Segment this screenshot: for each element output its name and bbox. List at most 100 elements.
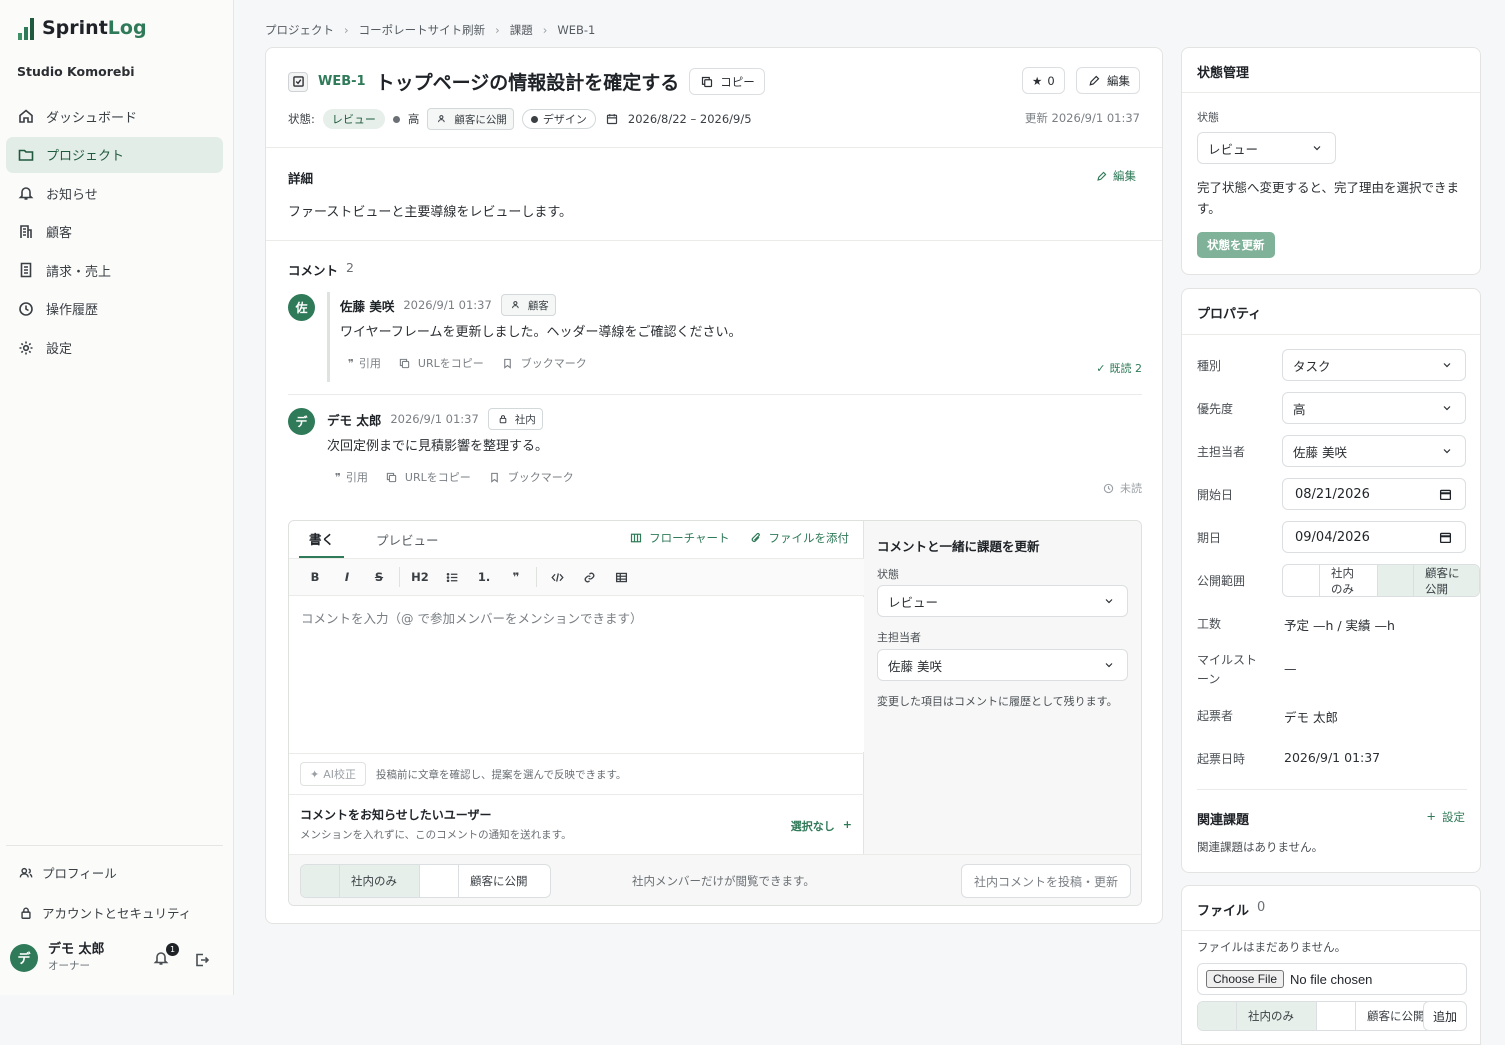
app-logo[interactable]: SprintLog [18,16,147,40]
post-comment-button[interactable]: 社内コメントを投稿・更新 [960,864,1131,898]
status-label: 状態: [288,112,315,126]
visibility-public-option[interactable]: 顧客に公開 [419,865,550,897]
star-button[interactable]: ★ 0 [1022,67,1065,94]
quote-label: 引用 [358,357,381,370]
lock-icon [312,865,334,897]
assignee-field-label: 主担当者 [877,631,921,644]
copy-button[interactable]: コピー [689,68,765,95]
nav-item-dashboard[interactable]: ダッシュボード [6,98,223,134]
comments-header: コメント 2 [288,260,354,279]
update-state-button[interactable]: 状態を更新 [1197,232,1275,258]
date-range: 2026/8/22 – 2026/9/5 [627,112,752,126]
visibility-internal-option[interactable]: 社内のみ [301,865,419,897]
task-type-icon [288,71,308,92]
code-icon [549,569,565,585]
related-issues-settings-button[interactable]: + 設定 [1426,809,1465,825]
quote-button[interactable]: ❞ 引用 [335,469,368,485]
quote-icon: ❞ [348,356,354,370]
copy-url-button[interactable]: URLをコピー [397,355,484,371]
visibility-public-option[interactable]: 顧客に公開 [1376,565,1479,596]
ai-proofread-button[interactable]: ✦ AI校正 [300,762,366,786]
comment-input[interactable] [289,597,864,752]
bookmark-label: ブックマーク [520,357,587,370]
comments-title: コメント [288,263,339,278]
bullet-list-button[interactable] [436,564,468,590]
copy-icon [384,469,400,485]
bookmark-button[interactable]: ブックマーク [500,355,587,371]
code-button[interactable] [541,564,573,590]
start-date-label: 開始日 [1197,488,1234,502]
logout-icon[interactable] [194,952,210,968]
comment-time: 2026/9/1 01:37 [390,412,479,426]
account-security-link[interactable]: アカウントとセキュリティ [18,903,191,922]
plus-icon: + [842,818,852,831]
read-status[interactable]: ✓ 既読 2 [1096,360,1142,376]
flowchart-button[interactable]: フローチャート [628,530,730,546]
comment-avatar: 佐 [288,294,315,321]
comment-thread-bar [327,292,330,382]
visibility-internal-option[interactable]: 社内のみ [1283,565,1377,596]
update-with-comment-panel: コメントと一緒に課題を更新 状態 レビュー 主担当者 佐藤 美咲 変更した項目は… [864,521,1141,854]
tab-preview[interactable]: プレビュー [366,521,449,558]
assignee-select[interactable]: 佐藤 美咲 [877,649,1128,681]
nav-item-projects[interactable]: プロジェクト [6,136,223,173]
type-select[interactable]: タスク [1282,349,1466,381]
notify-user-select[interactable]: 選択なし + [791,818,852,834]
breadcrumb-separator: › [542,23,548,37]
assignee-select[interactable]: 佐藤 美咲 [1282,435,1466,467]
comment-visibility-toggle: 社内のみ 顧客に公開 [300,864,551,898]
link-button[interactable] [573,564,605,590]
nav-label: ダッシュボード [46,110,138,126]
notify-title: コメントをお知らせしたいユーザー [300,808,492,822]
ai-proofread-row: ✦ AI校正 投稿前に文章を確認し、提案を選んで反映できます。 [289,753,864,795]
folder-icon [18,147,34,163]
italic-button[interactable]: I [331,564,363,590]
pencil-icon [1086,73,1102,89]
breadcrumb-item[interactable]: コーポレートサイト刷新 [359,22,486,38]
numbered-list-button[interactable]: 1. [468,564,500,590]
breadcrumb-item[interactable]: プロジェクト [265,22,334,38]
file-input[interactable]: Choose File No file chosen [1197,963,1467,995]
public-label: 顧客に公開 [1412,565,1471,596]
bookmark-button[interactable]: ブックマーク [487,469,574,485]
account-label: アカウントとセキュリティ [42,906,192,921]
edit-label: 編集 [1107,73,1130,88]
attach-file-button[interactable]: ファイルを添付 [748,530,849,546]
nav-item-history[interactable]: 操作履歴 [6,291,223,327]
numbered-list-icon: 1. [477,570,491,584]
tab-write[interactable]: 書く [299,521,345,558]
author-role-badge: 顧客 [500,294,556,316]
detail-edit-button[interactable]: 編集 [1093,168,1136,184]
add-file-button[interactable]: 追加 [1423,1001,1467,1031]
plus-icon: + [1426,809,1436,823]
table-button[interactable] [605,564,637,590]
breadcrumb-item[interactable]: 課題 [510,22,533,38]
state-panel: 状態管理 状態 レビュー 完了状態へ変更すると、完了理由を選択できます。 状態を… [1181,47,1481,275]
notify-subtitle: メンションを入れずに、このコメントの通知を送れます。 [300,829,572,841]
user-menu[interactable]: デ デモ 太郎 オーナー [10,942,105,973]
unread-status: 未読 [1100,480,1142,496]
visibility-tag: 顧客に公開 [427,108,514,130]
quote-button[interactable]: ❞ [500,564,532,590]
visibility-internal-option[interactable]: 社内のみ [1198,1002,1316,1030]
state-select[interactable]: レビュー [1197,132,1336,164]
edit-issue-button[interactable]: 編集 [1076,67,1140,94]
copy-url-button[interactable]: URLをコピー [384,469,471,485]
nav-item-billing[interactable]: 請求・売上 [6,252,223,288]
copy-icon [397,355,413,371]
bold-button[interactable]: B [299,564,331,590]
quote-button[interactable]: ❞ 引用 [348,355,381,371]
profile-link[interactable]: プロフィール [18,863,117,882]
status-select[interactable]: レビュー [877,585,1128,617]
nav-item-announcements[interactable]: お知らせ [6,175,223,211]
nav-item-settings[interactable]: 設定 [6,330,223,366]
file-chosen-status: No file chosen [1290,971,1373,987]
heading-button[interactable]: H2 [404,564,436,590]
start-date-input[interactable]: 08/21/2026 [1282,478,1466,510]
choose-file-button[interactable]: Choose File [1206,970,1285,988]
priority-select[interactable]: 高 [1282,392,1466,424]
nav-item-customers[interactable]: 顧客 [6,214,223,250]
notification-count-badge: 1 [166,943,179,956]
due-date-input[interactable]: 09/04/2026 [1282,521,1466,553]
strikethrough-button[interactable]: S [363,564,395,590]
